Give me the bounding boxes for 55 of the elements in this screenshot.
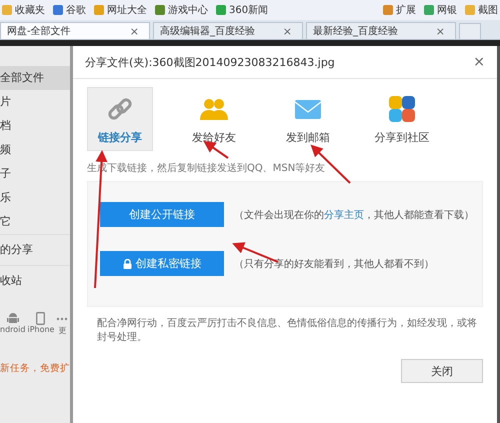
community-icon — [387, 94, 417, 124]
device-link[interactable]: iPhone — [27, 312, 54, 336]
tab-close-button[interactable]: × — [282, 24, 292, 38]
bookmark-icon — [53, 5, 63, 15]
sidebar-item[interactable]: 乐 — [0, 186, 70, 210]
sidebar-item[interactable]: 它 — [0, 210, 70, 234]
toolbar-button[interactable]: 截图 — [465, 3, 498, 17]
create-link-button[interactable]: 创建公开链接 — [100, 202, 224, 227]
browser-tab[interactable]: 网盘-全部文件 × — [0, 22, 150, 39]
tab-title: 高级编辑器_百度经验 — [160, 24, 255, 38]
sidebar-item[interactable]: 档 — [0, 114, 70, 138]
bookmark-icon — [2, 5, 12, 15]
sidebar-item[interactable]: 频 — [0, 138, 70, 162]
bookmark-link[interactable]: 360新闻 — [216, 3, 268, 17]
share-option[interactable]: 发到邮箱 — [275, 87, 341, 151]
share-option[interactable]: 分享到社区 — [369, 87, 435, 151]
bookmark-link[interactable]: 网址大全 — [94, 3, 147, 17]
share-option[interactable]: 链接分享 — [87, 87, 153, 151]
share-option[interactable]: 发给好友 — [181, 87, 247, 151]
bookmark-link[interactable]: 游戏中心 — [155, 3, 208, 17]
sidebar-item[interactable]: 全部文件 — [0, 66, 70, 90]
toolbar-button[interactable]: 扩展 — [383, 3, 416, 17]
annotation-arrow — [203, 140, 229, 159]
sidebar-item[interactable]: 片 — [0, 90, 70, 114]
tab-title: 最新经验_百度经验 — [313, 24, 398, 38]
note-text: （文件会出现在你的分享主页，其他人都能查看下载） — [234, 208, 474, 222]
phone-icon — [36, 312, 46, 325]
close-dialog-button[interactable]: 关闭 — [401, 359, 483, 383]
tab-title: 网盘-全部文件 — [7, 24, 71, 38]
bookmark-icon — [155, 5, 165, 15]
new-tab-button[interactable] — [459, 23, 481, 39]
promo-text: 新任务，免费扩 — [0, 362, 70, 375]
bookmark-icon — [216, 5, 226, 15]
sidebar-item[interactable]: 子 — [0, 162, 70, 186]
device-link[interactable]: ndroid — [0, 312, 26, 336]
toolbar-icon — [424, 5, 434, 15]
browser-tab[interactable]: 高级编辑器_百度经验 × — [153, 22, 303, 39]
close-button[interactable]: × — [473, 54, 485, 70]
browser-tab[interactable]: 最新经验_百度经验 × — [306, 22, 456, 39]
create-link-button[interactable]: 创建私密链接 — [100, 251, 224, 276]
toolbar-icon — [465, 5, 475, 15]
dialog-title: 分享文件(夹):360截图20140923083216843.jpg — [85, 54, 335, 70]
notice-text: 配合净网行动，百度云严厉打击不良信息、色情低俗信息的传播行为，如经发现，或将封号处理。 — [96, 317, 478, 345]
toolbar-icon — [383, 5, 393, 15]
bookmark-link[interactable]: 收藏夹 — [2, 3, 45, 17]
sidebar-item[interactable]: 的分享 — [0, 234, 70, 265]
tab-close-button[interactable]: × — [130, 24, 139, 38]
bookmark-icon — [94, 5, 104, 15]
sidebar-item[interactable]: 收站 — [0, 265, 70, 296]
toolbar-button[interactable]: 网银 — [424, 3, 457, 17]
lock-icon — [122, 258, 132, 268]
bookmark-link[interactable]: 谷歌 — [53, 3, 86, 17]
tab-close-button[interactable]: × — [436, 24, 445, 38]
device-link[interactable]: 更 — [56, 312, 68, 336]
android-icon — [6, 312, 19, 325]
